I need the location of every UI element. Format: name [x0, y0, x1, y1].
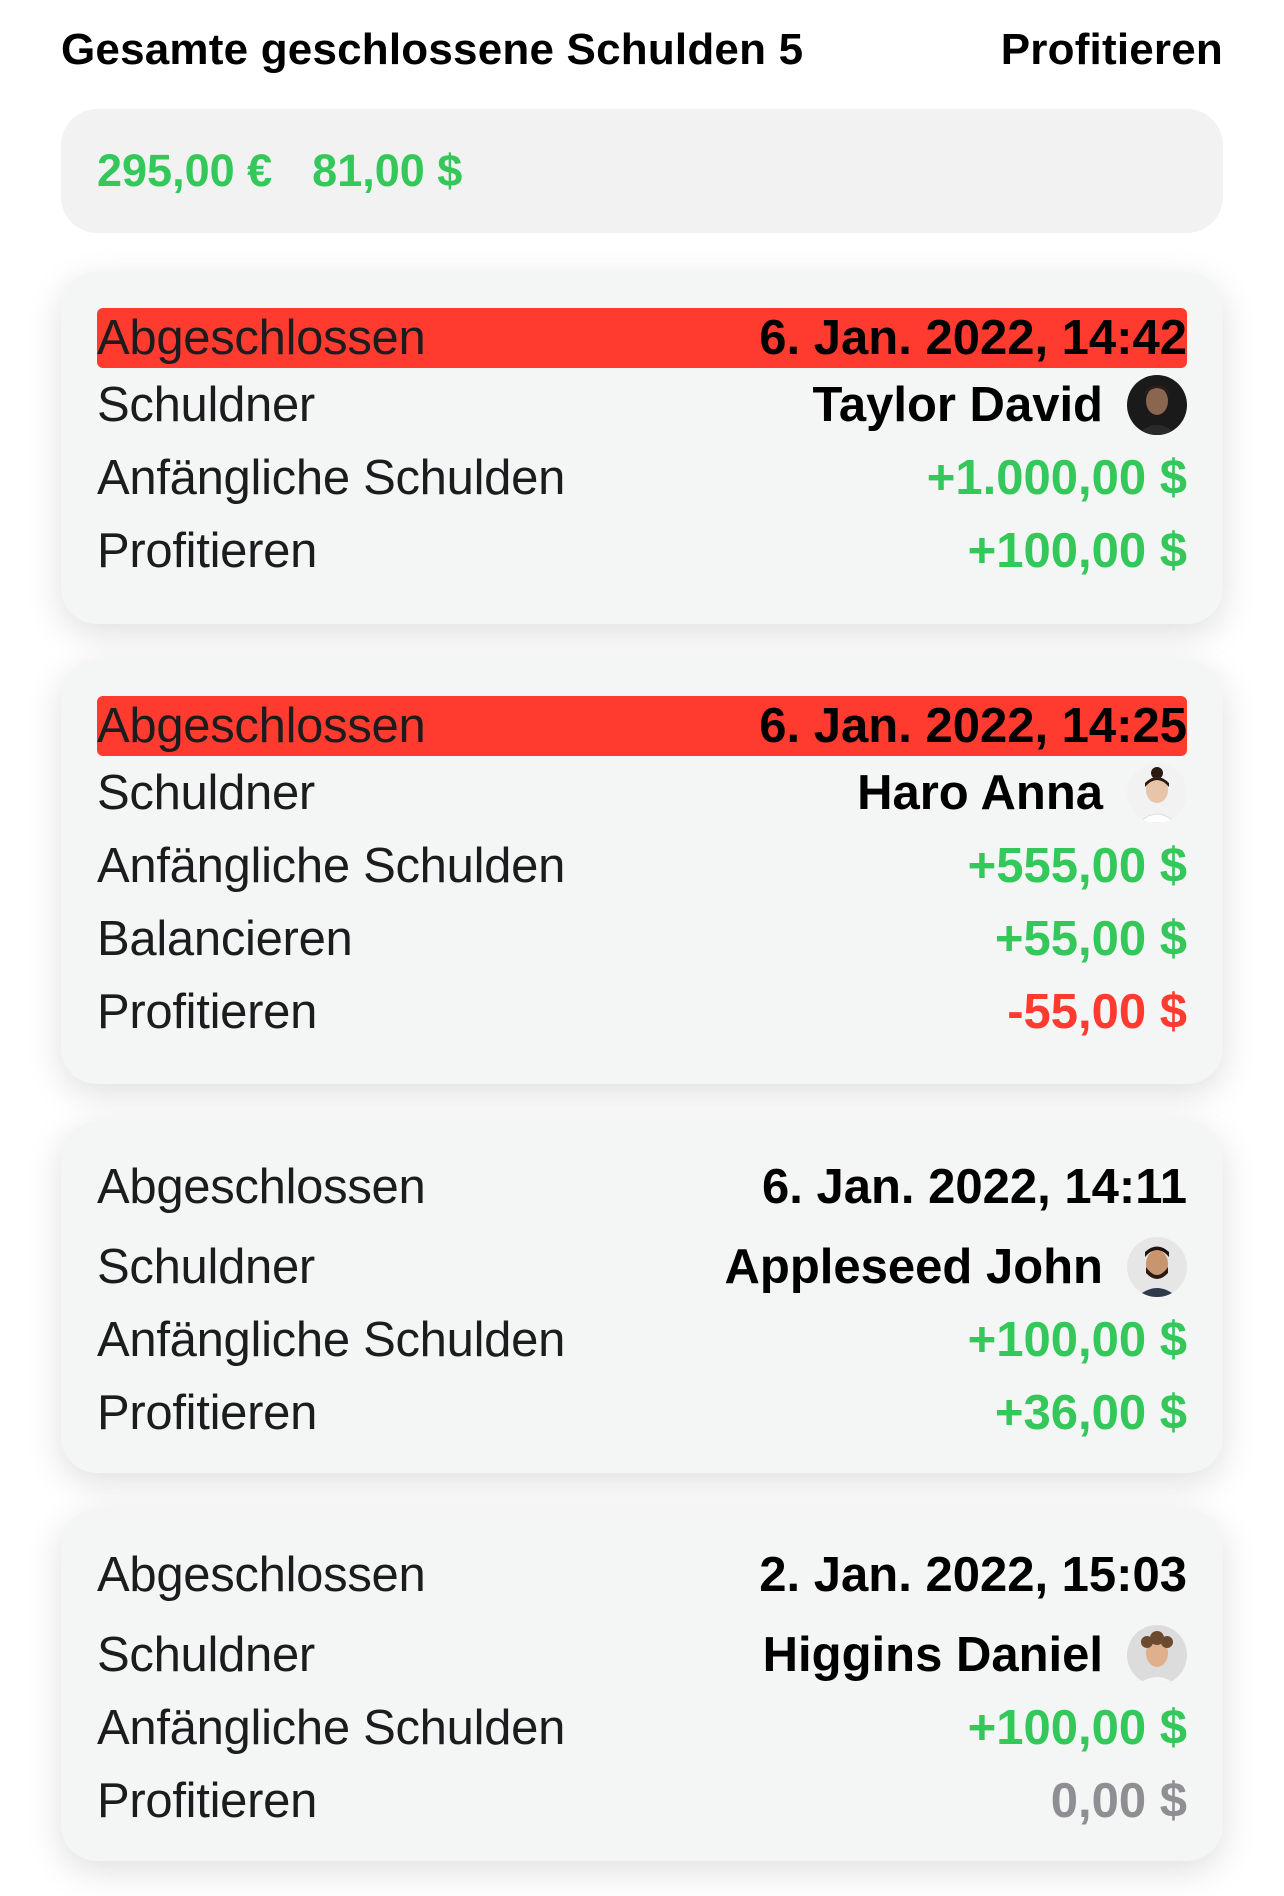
profit-row: Profitieren 0,00 $: [97, 1764, 1187, 1837]
closed-row: Abgeschlossen 6. Jan. 2022, 14:42: [97, 308, 1187, 368]
profit-row: Profitieren -55,00 $: [97, 975, 1187, 1048]
debtor-label: Schuldner: [97, 1627, 315, 1682]
closed-row: Abgeschlossen 6. Jan. 2022, 14:11: [97, 1157, 1187, 1217]
screen-header: Gesamte geschlossene Schulden 5 Profitie…: [61, 18, 1223, 82]
debtor-row: Schuldner Taylor David: [97, 368, 1187, 441]
debtor-name: Appleseed John: [724, 1239, 1103, 1294]
total-usd: 81,00 $: [312, 145, 463, 196]
closed-row: Abgeschlossen 6. Jan. 2022, 14:25: [97, 696, 1187, 756]
profit-label: Profitieren: [97, 523, 318, 578]
debt-card[interactable]: Abgeschlossen 6. Jan. 2022, 14:25 Schuld…: [61, 660, 1223, 1084]
initial-debt-label: Anfängliche Schulden: [97, 1312, 566, 1367]
profit-value: 0,00 $: [1050, 1773, 1187, 1828]
balance-row: Balancieren +55,00 $: [97, 902, 1187, 975]
avatar: [1127, 762, 1187, 823]
closed-date: 6. Jan. 2022, 14:42: [759, 311, 1187, 365]
avatar: [1127, 1236, 1187, 1297]
avatar: [1127, 374, 1187, 435]
man-dark-portrait-avatar-icon: [1127, 374, 1187, 435]
closed-label: Abgeschlossen: [97, 311, 426, 365]
initial-debt-value: +555,00 $: [967, 838, 1187, 893]
debtor-name: Higgins Daniel: [762, 1627, 1103, 1682]
initial-debt-row: Anfängliche Schulden +555,00 $: [97, 829, 1187, 902]
balance-label: Balancieren: [97, 911, 353, 966]
debtor-row: Schuldner Appleseed John: [97, 1230, 1187, 1303]
profit-value: -55,00 $: [1007, 984, 1187, 1039]
initial-debt-row: Anfängliche Schulden +100,00 $: [97, 1303, 1187, 1376]
balance-value: +55,00 $: [994, 911, 1187, 966]
debtor-name: Taylor David: [812, 377, 1103, 432]
man-curly-portrait-avatar-icon: [1127, 1624, 1187, 1685]
closed-label: Abgeschlossen: [97, 1160, 426, 1214]
debtor-label: Schuldner: [97, 765, 315, 820]
closed-date: 6. Jan. 2022, 14:11: [762, 1160, 1187, 1214]
profit-label: Profitieren: [97, 1385, 318, 1440]
total-eur: 295,00 €: [97, 145, 273, 196]
man-beard-portrait-avatar-icon: [1127, 1236, 1187, 1297]
initial-debt-value: +1.000,00 $: [926, 450, 1187, 505]
profit-filter-button[interactable]: Profitieren: [1001, 25, 1223, 75]
closed-label: Abgeschlossen: [97, 699, 426, 753]
profit-label: Profitieren: [97, 984, 318, 1039]
page-title: Gesamte geschlossene Schulden 5: [61, 25, 804, 74]
debtor-row: Schuldner Haro Anna: [97, 756, 1187, 829]
debt-card[interactable]: Abgeschlossen 2. Jan. 2022, 15:03 Schuld…: [61, 1509, 1223, 1861]
debt-card[interactable]: Abgeschlossen 6. Jan. 2022, 14:11 Schuld…: [61, 1121, 1223, 1473]
closed-row: Abgeschlossen 2. Jan. 2022, 15:03: [97, 1545, 1187, 1605]
debtor-row: Schuldner Higgins Daniel: [97, 1618, 1187, 1691]
woman-portrait-avatar-icon: [1127, 762, 1187, 823]
initial-debt-label: Anfängliche Schulden: [97, 450, 566, 505]
profit-row: Profitieren +100,00 $: [97, 514, 1187, 587]
debtor-label: Schuldner: [97, 377, 315, 432]
avatar: [1127, 1624, 1187, 1685]
initial-debt-label: Anfängliche Schulden: [97, 838, 566, 893]
debtor-label: Schuldner: [97, 1239, 315, 1294]
closed-date: 6. Jan. 2022, 14:25: [759, 699, 1187, 753]
profit-row: Profitieren +36,00 $: [97, 1376, 1187, 1449]
debtor-name: Haro Anna: [857, 765, 1103, 820]
initial-debt-value: +100,00 $: [967, 1312, 1187, 1367]
initial-debt-label: Anfängliche Schulden: [97, 1700, 566, 1755]
closed-date: 2. Jan. 2022, 15:03: [759, 1548, 1187, 1602]
initial-debt-row: Anfängliche Schulden +1.000,00 $: [97, 441, 1187, 514]
profit-value: +36,00 $: [994, 1385, 1187, 1440]
initial-debt-value: +100,00 $: [967, 1700, 1187, 1755]
initial-debt-row: Anfängliche Schulden +100,00 $: [97, 1691, 1187, 1764]
profit-label: Profitieren: [97, 1773, 318, 1828]
summary-totals-card: 295,00 € 81,00 $: [61, 109, 1223, 233]
closed-label: Abgeschlossen: [97, 1548, 426, 1602]
debt-card[interactable]: Abgeschlossen 6. Jan. 2022, 14:42 Schuld…: [61, 272, 1223, 624]
profit-value: +100,00 $: [967, 523, 1187, 578]
